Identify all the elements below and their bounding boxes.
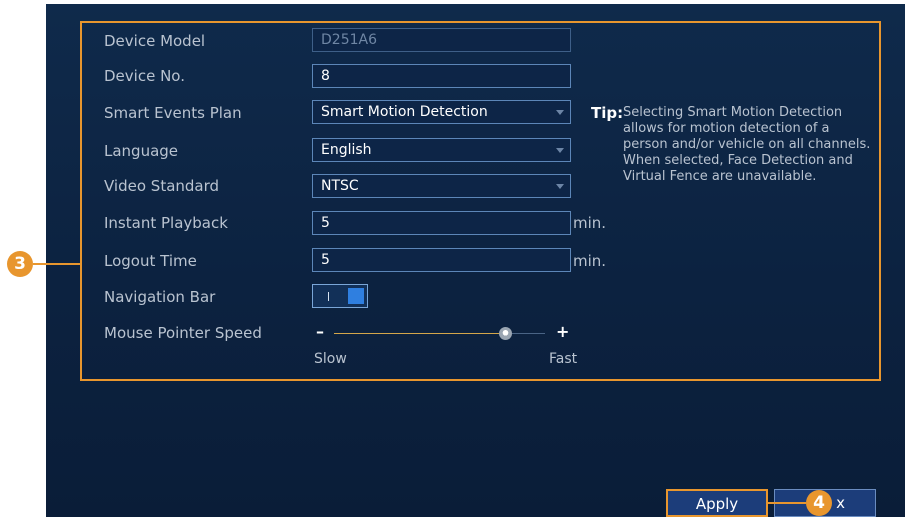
speed-slider-handle[interactable]: [499, 327, 512, 340]
fast-label: Fast: [549, 351, 578, 367]
speed-slider-rest[interactable]: [507, 333, 545, 334]
video-standard-select[interactable]: NTSC: [312, 174, 571, 198]
toggle-on-indicator: [328, 292, 329, 301]
navigation-bar-label: Navigation Bar: [104, 288, 216, 306]
navigation-bar-toggle[interactable]: [312, 284, 368, 308]
logout-time-input[interactable]: 5: [312, 248, 571, 272]
callout-connector-3: [33, 263, 80, 265]
smart-events-plan-select[interactable]: Smart Motion Detection: [312, 100, 571, 124]
slow-label: Slow: [314, 351, 347, 367]
smart-events-plan-label: Smart Events Plan: [104, 104, 242, 122]
device-model-field: D251A6: [312, 28, 571, 52]
smart-events-plan-value: Smart Motion Detection: [321, 104, 488, 120]
chevron-down-icon: [556, 184, 564, 189]
callout-badge-4: 4: [806, 490, 832, 516]
toggle-knob: [348, 288, 364, 304]
speed-slider-track[interactable]: [334, 333, 507, 334]
apply-button[interactable]: Apply: [666, 489, 768, 517]
tip-heading: Tip:: [591, 104, 624, 122]
minus-icon[interactable]: –: [316, 322, 324, 341]
logout-time-unit: min.: [573, 252, 607, 270]
language-label: Language: [104, 142, 179, 160]
instant-playback-unit: min.: [573, 214, 607, 232]
chevron-down-icon: [556, 148, 564, 153]
instant-playback-input[interactable]: 5: [312, 211, 571, 235]
instant-playback-label: Instant Playback: [104, 214, 228, 232]
device-no-input[interactable]: 8: [312, 64, 571, 88]
callout-badge-3: 3: [7, 251, 33, 277]
language-value: English: [321, 142, 372, 158]
plus-icon[interactable]: +: [556, 322, 569, 341]
callout-connector-4: [768, 502, 806, 504]
mouse-pointer-speed-label: Mouse Pointer Speed: [104, 324, 262, 342]
tip-text: Selecting Smart Motion Detection allows …: [623, 105, 871, 184]
device-no-label: Device No.: [104, 67, 185, 85]
video-standard-value: NTSC: [321, 178, 359, 194]
chevron-down-icon: [556, 110, 564, 115]
language-select[interactable]: English: [312, 138, 571, 162]
logout-time-label: Logout Time: [104, 252, 197, 270]
video-standard-label: Video Standard: [104, 177, 220, 195]
device-model-label: Device Model: [104, 32, 206, 50]
